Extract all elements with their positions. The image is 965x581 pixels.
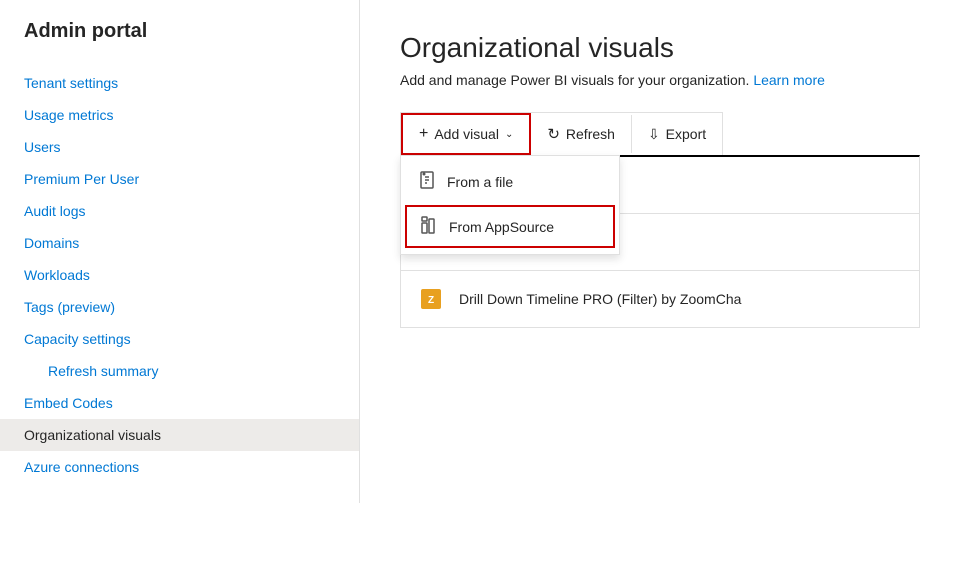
refresh-button[interactable]: ↻ Refresh — [531, 115, 632, 153]
sidebar-item-capacity-settings[interactable]: Capacity settings — [0, 323, 359, 355]
dropdown-from-appsource[interactable]: From AppSource — [405, 205, 615, 248]
plus-icon: + — [419, 125, 428, 143]
export-button[interactable]: ⇩ Export — [632, 116, 722, 153]
sidebar-item-tenant-settings[interactable]: Tenant settings — [0, 67, 359, 99]
app-title: Admin portal — [0, 20, 359, 67]
table-row[interactable]: Z Drill Down Timeline PRO (Filter) by Zo… — [401, 271, 919, 327]
page-title: Organizational visuals — [400, 32, 925, 64]
export-label: Export — [666, 126, 706, 142]
sidebar-item-tags-preview[interactable]: Tags (preview) — [0, 291, 359, 323]
refresh-icon: ↻ — [547, 125, 560, 143]
appsource-icon — [419, 215, 439, 238]
learn-more-link[interactable]: Learn more — [753, 72, 825, 88]
toolbar: + Add visual ⌄ ↻ Refresh ⇩ Export — [400, 112, 723, 155]
sidebar-item-domains[interactable]: Domains — [0, 227, 359, 259]
from-appsource-label: From AppSource — [449, 219, 554, 235]
svg-text:Z: Z — [428, 295, 434, 306]
sidebar-item-azure-connections[interactable]: Azure connections — [0, 451, 359, 483]
sidebar-item-organizational-visuals[interactable]: Organizational visuals — [0, 419, 359, 451]
refresh-label: Refresh — [566, 126, 615, 142]
export-icon: ⇩ — [648, 126, 660, 143]
add-visual-label: Add visual — [434, 126, 499, 142]
file-icon — [417, 170, 437, 193]
dropdown-from-file[interactable]: From a file — [401, 160, 619, 203]
visual-icon: Z — [417, 285, 445, 313]
sidebar-item-usage-metrics[interactable]: Usage metrics — [0, 99, 359, 131]
add-visual-button[interactable]: + Add visual ⌄ — [401, 113, 531, 155]
sidebar-item-users[interactable]: Users — [0, 131, 359, 163]
main-content: Organizational visuals Add and manage Po… — [360, 0, 965, 581]
sidebar-item-premium-per-user[interactable]: Premium Per User — [0, 163, 359, 195]
visual-name: Drill Down Timeline PRO (Filter) by Zoom… — [459, 291, 741, 307]
sidebar: Admin portal Tenant settings Usage metri… — [0, 0, 360, 581]
page-subtitle: Add and manage Power BI visuals for your… — [400, 72, 925, 88]
sidebar-item-workloads[interactable]: Workloads — [0, 259, 359, 291]
add-visual-dropdown: From a file From AppSource — [400, 155, 620, 255]
chevron-down-icon: ⌄ — [505, 129, 513, 140]
subtitle-text: Add and manage Power BI visuals for your… — [400, 72, 749, 88]
from-file-label: From a file — [447, 174, 513, 190]
sidebar-item-refresh-summary[interactable]: Refresh summary — [0, 355, 359, 387]
sidebar-item-audit-logs[interactable]: Audit logs — [0, 195, 359, 227]
sidebar-item-embed-codes[interactable]: Embed Codes — [0, 387, 359, 419]
